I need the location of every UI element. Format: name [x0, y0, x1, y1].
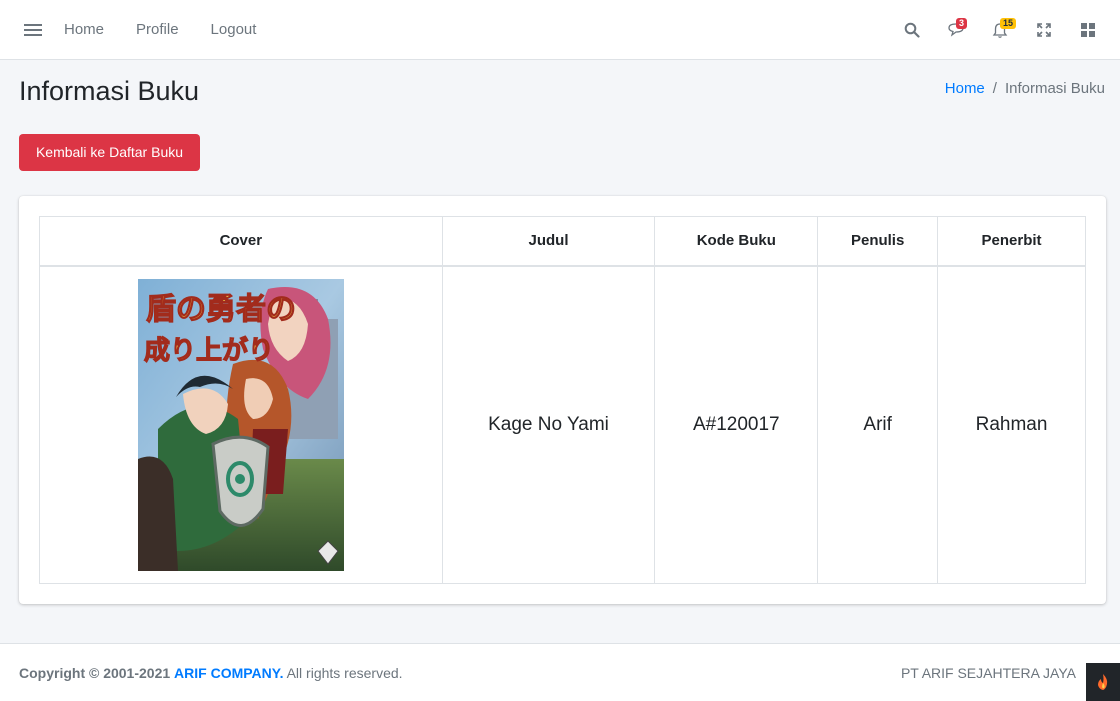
page-footer: Copyright © 2001-2021 ARIF COMPANY. All …	[0, 643, 1120, 701]
column-header-kode-buku: Kode Buku	[654, 216, 819, 267]
table-row: 盾の勇者の 成り上がり Kage No Yami A#120017 Arif R…	[39, 265, 1086, 584]
nav-link-logout[interactable]: Logout	[211, 21, 257, 38]
messages-icon[interactable]: 3	[934, 0, 978, 60]
back-to-book-list-button[interactable]: Kembali ke Daftar Buku	[19, 134, 200, 171]
column-header-cover: Cover	[39, 216, 443, 267]
kode-buku-cell: A#120017	[654, 265, 819, 584]
notifications-bell-icon[interactable]: 15	[978, 0, 1022, 60]
copyright-prefix: Copyright © 2001-2021	[19, 665, 171, 681]
nav-link-home[interactable]: Home	[64, 21, 104, 38]
column-header-penerbit: Penerbit	[937, 216, 1086, 267]
top-navbar: Home Profile Logout 3 15	[0, 0, 1120, 60]
breadcrumb-current: Informasi Buku	[1004, 80, 1105, 97]
messages-badge: 3	[956, 18, 968, 29]
breadcrumb-home-link[interactable]: Home	[945, 80, 985, 97]
table-header-row: Cover Judul Kode Buku Penulis Penerbit	[39, 216, 1086, 267]
fullscreen-icon[interactable]	[1022, 0, 1066, 60]
grid-apps-icon[interactable]	[1066, 0, 1110, 60]
copyright-text: Copyright © 2001-2021 ARIF COMPANY. All …	[19, 665, 403, 681]
judul-cell: Kage No Yami	[441, 265, 656, 584]
svg-text:盾の勇者の: 盾の勇者の	[146, 292, 296, 327]
footer-company-name: PT ARIF SEJAHTERA JAYA	[900, 665, 1076, 681]
penerbit-cell: Rahman	[937, 265, 1086, 584]
cover-cell: 盾の勇者の 成り上がり	[39, 265, 443, 584]
search-icon[interactable]	[890, 0, 934, 60]
book-info-card: Cover Judul Kode Buku Penulis Penerbit 盾…	[19, 196, 1106, 604]
svg-text:成り上がり: 成り上がり	[144, 335, 274, 366]
notifications-badge: 15	[1000, 18, 1017, 29]
book-info-table: Cover Judul Kode Buku Penulis Penerbit 盾…	[39, 216, 1086, 584]
rights-text: All rights reserved.	[286, 665, 403, 681]
column-header-penulis: Penulis	[817, 216, 939, 267]
flame-icon[interactable]	[1086, 663, 1120, 701]
penulis-cell: Arif	[817, 265, 939, 584]
breadcrumb-separator: /	[992, 80, 997, 97]
nav-link-profile[interactable]: Profile	[136, 21, 179, 38]
breadcrumb: Home / Informasi Buku	[945, 80, 1105, 97]
page-title: Informasi Buku	[19, 76, 200, 106]
menu-toggle-icon[interactable]	[24, 21, 42, 39]
book-cover-image: 盾の勇者の 成り上がり	[137, 278, 344, 571]
company-link[interactable]: ARIF COMPANY.	[174, 665, 283, 681]
column-header-judul: Judul	[441, 216, 656, 267]
